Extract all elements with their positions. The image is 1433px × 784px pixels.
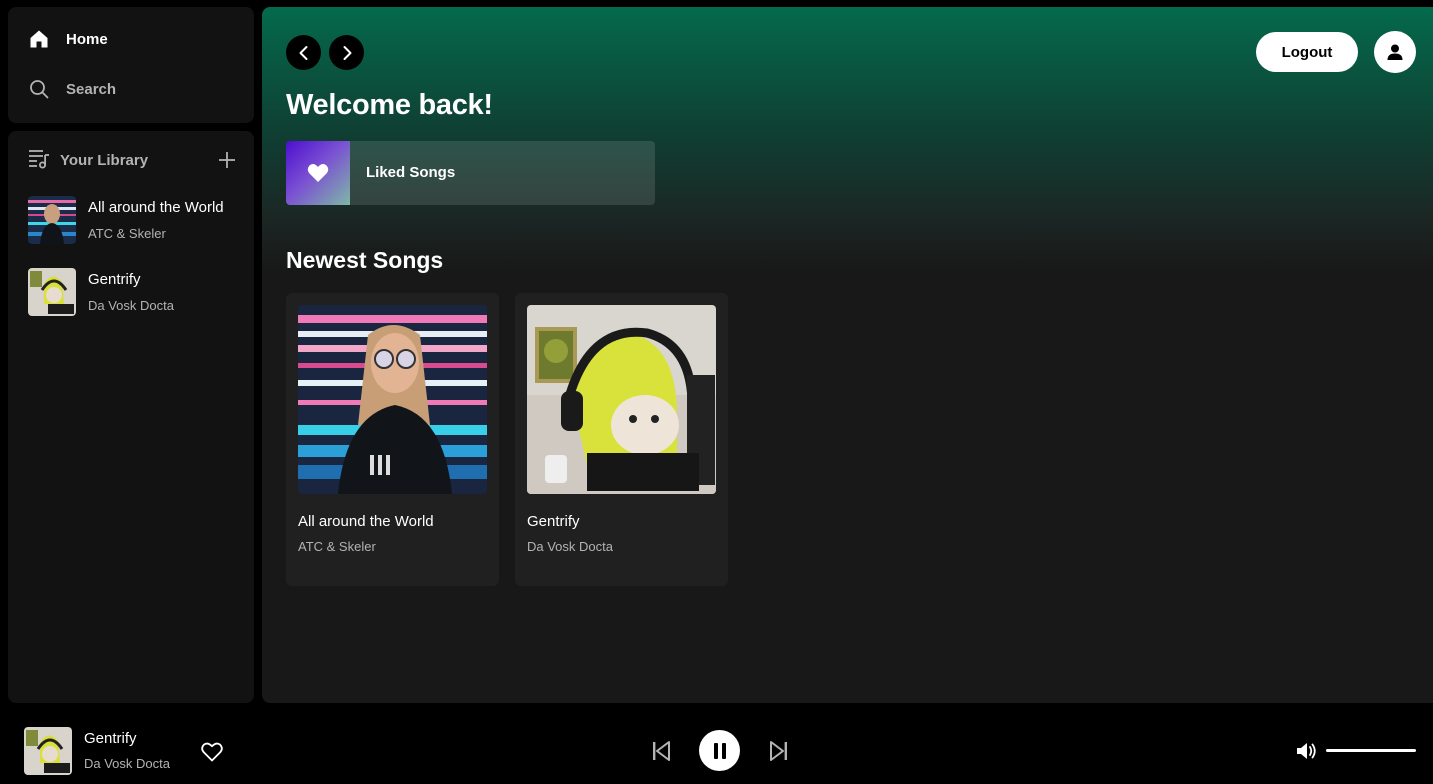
list-item[interactable]: Gentrify Da Vosk Docta [28,268,248,320]
liked-songs-art [286,141,350,205]
skip-next-icon[interactable] [768,740,790,762]
album-art [28,268,76,316]
sidebar-item-label: Search [66,80,117,98]
home-icon [28,28,50,50]
now-playing-title: Gentrify [84,730,137,747]
back-button[interactable] [286,35,321,70]
main-content: Logout Welcome back! Liked Songs Newest … [262,7,1433,703]
chevron-right-icon [343,45,351,60]
list-item-artist: Da Vosk Docta [88,298,174,313]
forward-button[interactable] [329,35,364,70]
user-icon [1387,44,1403,60]
sidebar-item-home[interactable]: Home [28,25,108,53]
library-title: Your Library [60,151,149,169]
album-art [28,196,76,244]
song-artist: Da Vosk Docta [527,539,613,554]
list-item-title: Gentrify [88,271,141,288]
logout-button[interactable]: Logout [1256,32,1358,72]
song-title: All around the World [298,513,434,530]
sidebar-item-label: Home [66,30,108,48]
library-icon [28,147,50,174]
album-art [298,305,487,494]
album-art [527,305,716,494]
now-playing-artist: Da Vosk Docta [84,756,170,771]
app-window: Home Search Your Library All around the … [0,0,1433,784]
library-header[interactable]: Your Library [28,147,238,173]
volume-slider[interactable] [1326,749,1416,752]
volume-icon[interactable] [1296,741,1318,761]
skip-previous-icon[interactable] [650,740,672,762]
heart-outline-icon[interactable] [200,740,224,764]
plus-icon[interactable] [216,149,238,171]
song-title: Gentrify [527,513,580,530]
player-bar: Gentrify Da Vosk Docta [0,703,1433,784]
song-card[interactable]: All around the World ATC & Skeler [286,293,499,586]
pause-icon [713,742,726,759]
song-card[interactable]: Gentrify Da Vosk Docta [515,293,728,586]
heart-icon [307,164,329,182]
list-item-artist: ATC & Skeler [88,226,166,241]
sidebar-item-search[interactable]: Search [28,75,116,103]
profile-button[interactable] [1374,31,1416,73]
section-title: Newest Songs [286,247,444,273]
song-artist: ATC & Skeler [298,539,376,554]
now-playing-art [24,727,72,775]
chevron-left-icon [299,45,307,60]
liked-songs-card[interactable]: Liked Songs [286,141,655,205]
page-title: Welcome back! [286,89,493,121]
list-item-title: All around the World [88,199,224,216]
pause-button[interactable] [699,730,740,771]
library-panel: Your Library All around the World ATC & … [8,131,254,703]
sidebar-nav: Home Search [8,7,254,123]
list-item[interactable]: All around the World ATC & Skeler [28,196,248,248]
liked-songs-label: Liked Songs [366,164,456,181]
search-icon [28,78,50,100]
